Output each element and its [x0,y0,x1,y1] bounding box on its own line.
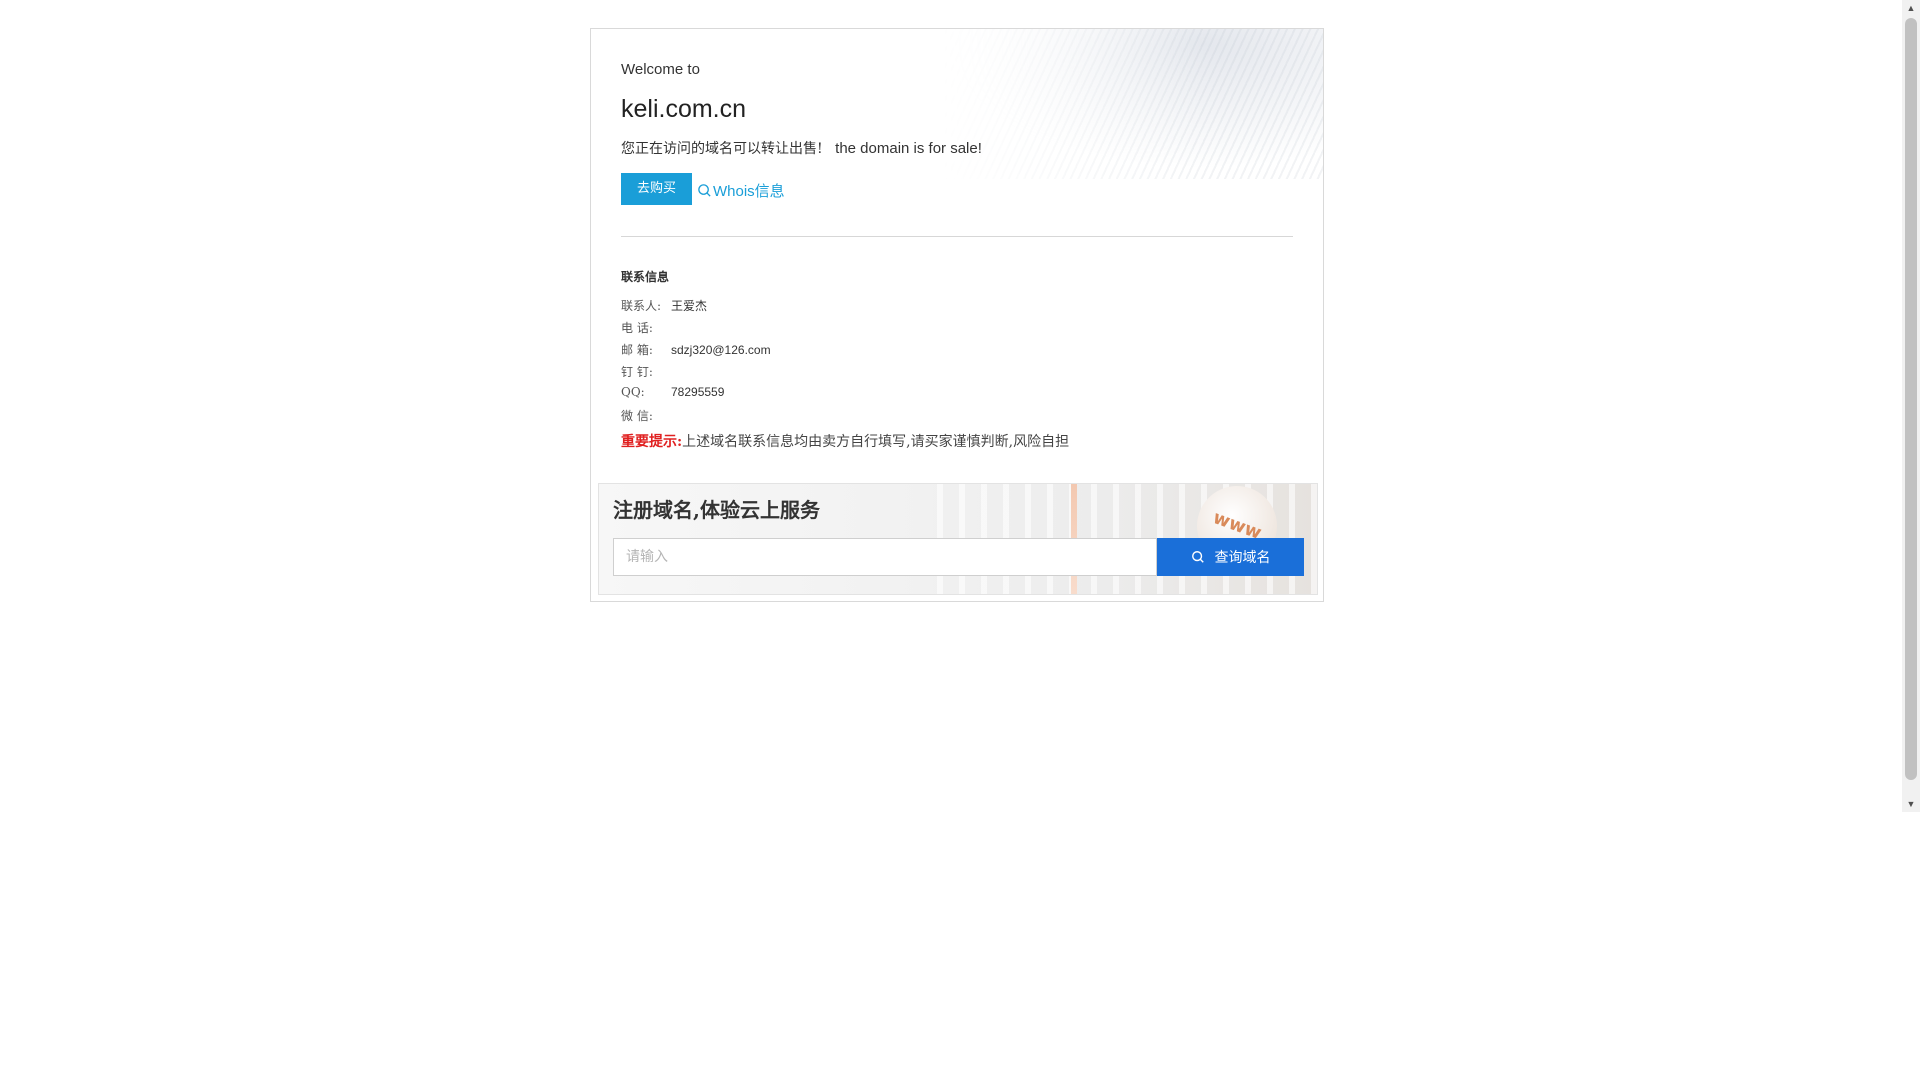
contact-title: 联系信息 [621,270,670,284]
scrollbar-thumb[interactable] [1905,18,1917,780]
contact-label: QQ: [621,385,645,399]
whois-link-label: Whois信息 [713,183,785,200]
domain-search-input[interactable] [613,538,1157,576]
divider [621,236,1293,237]
search-icon [698,184,711,197]
contact-row-qq: QQ: 78295559 [621,385,724,399]
notice-label: 重要提示: [621,434,683,450]
contact-row-name: 联系人: 王爱杰 [621,297,707,314]
contact-label: 钉 钉: [621,365,653,379]
whois-link[interactable]: Whois信息 [697,180,785,201]
sale-message-en: the domain is for sale! [835,140,982,157]
contact-value: sdzj320@126.com [671,343,771,357]
sale-message: 您正在访问的域名可以转让出售! the domain is for sale! [621,138,982,158]
contact-value: 78295559 [671,385,725,399]
search-icon [1191,551,1204,563]
domain-name: keli.com.cn [621,95,747,123]
sale-message-cn: 您正在访问的域名可以转让出售! [621,141,823,157]
scroll-up-arrow-icon[interactable]: ▲ [1902,0,1920,16]
decorative-pattern [923,29,1323,179]
welcome-text: Welcome to [621,61,700,78]
domain-sale-card: Welcome to keli.com.cn 您正在访问的域名可以转让出售! t… [590,28,1324,602]
contact-row-dingtalk: 钉 钉: [621,363,671,380]
register-domain-banner: www 注册域名,体验云上服务 查询域名 [598,483,1318,595]
contact-row-wechat: 微 信: [621,407,671,424]
banner-title: 注册域名,体验云上服务 [613,498,820,522]
contact-row-email: 邮 箱: sdzj320@126.com [621,341,771,358]
contact-label: 联系人: [621,299,662,313]
scroll-down-arrow-icon[interactable]: ▼ [1902,796,1920,812]
contact-label: 微 信: [621,409,653,423]
important-notice: 重要提示:上述域名联系信息均由卖方自行填写,请买家谨慎判断,风险自担 [621,431,1069,451]
contact-value: 王爱杰 [671,299,708,313]
contact-label: 电 话: [621,321,653,335]
buy-button[interactable]: 去购买 [621,173,692,205]
search-domain-button[interactable]: 查询域名 [1157,538,1304,576]
contact-label: 邮 箱: [621,343,653,357]
contact-row-phone: 电 话: [621,319,671,336]
notice-text: 上述域名联系信息均由卖方自行填写,请买家谨慎判断,风险自担 [682,434,1070,450]
vertical-scrollbar[interactable]: ▲ ▼ [1902,0,1920,812]
search-domain-button-label: 查询域名 [1214,550,1271,566]
